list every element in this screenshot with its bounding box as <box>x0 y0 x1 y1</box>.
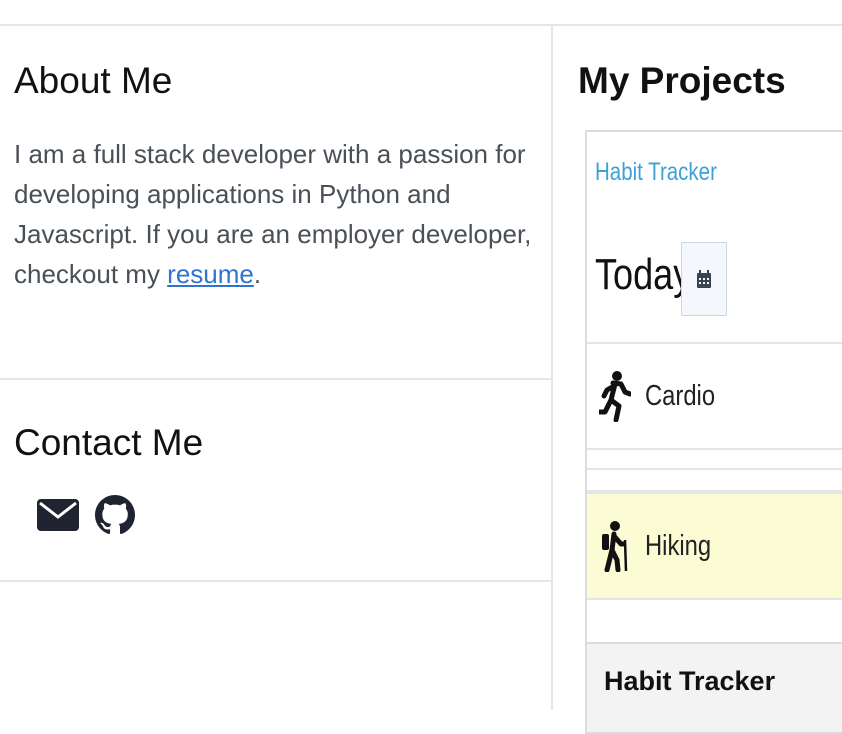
project-card-footer: Habit Tracker <box>587 642 842 732</box>
top-divider <box>0 24 842 26</box>
about-text-end: . <box>253 259 262 289</box>
projects-title: My Projects <box>578 60 786 101</box>
envelope-icon[interactable] <box>37 499 79 531</box>
section-divider <box>0 580 551 582</box>
about-text-body: I am a full stack developer with a passi… <box>14 139 532 289</box>
project-card-habit-tracker[interactable]: Habit Tracker Today Cardio Hiking Habit … <box>585 130 842 734</box>
resume-link[interactable]: resume <box>167 259 254 289</box>
calendar-icon <box>681 242 727 316</box>
github-icon[interactable] <box>95 495 135 535</box>
project-title[interactable]: Habit Tracker <box>604 666 775 697</box>
contact-title: Contact Me <box>14 422 204 463</box>
hiking-icon <box>599 520 631 577</box>
contact-icons <box>37 495 135 535</box>
activity-card-hiking: Hiking <box>587 492 842 600</box>
activity-card-cardio: Cardio <box>587 342 842 450</box>
project-screenshot-brand: Habit Tracker <box>595 158 717 186</box>
activity-separator <box>587 468 842 492</box>
running-icon <box>596 370 633 427</box>
project-screenshot-heading: Today <box>595 250 692 299</box>
about-title: About Me <box>14 60 173 101</box>
section-divider <box>0 378 551 380</box>
activity-label: Hiking <box>645 530 712 562</box>
column-divider <box>551 26 553 710</box>
about-text: I am a full stack developer with a passi… <box>14 134 534 294</box>
activity-label: Cardio <box>645 380 716 412</box>
